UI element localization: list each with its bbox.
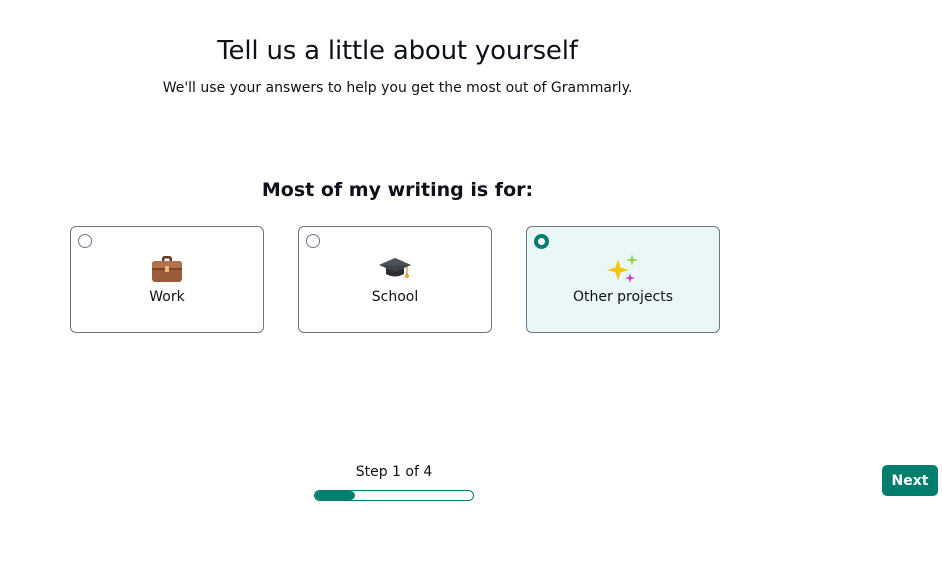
sparkles-icon [527,251,719,287]
option-label-work: Work [149,289,185,305]
option-other-projects[interactable]: Other projects [526,226,720,333]
option-label-school: School [371,289,419,305]
progress-bar-fill [315,491,355,500]
radio-work[interactable] [78,234,92,248]
briefcase-icon [71,251,263,287]
option-label-other-projects: Other projects [572,289,674,305]
option-school[interactable]: School [298,226,492,333]
radio-other-projects[interactable] [534,234,549,249]
page-subtitle: We'll use your answers to help you get t… [162,80,633,96]
step-indicator: Step 1 of 4 [355,464,433,480]
graduation-cap-icon [299,251,491,287]
option-work[interactable]: Work [70,226,264,333]
next-button[interactable]: Next [882,465,938,496]
radio-school[interactable] [306,234,320,248]
question-label: Most of my writing is for: [261,179,534,201]
progress-bar [314,490,474,501]
page-title: Tell us a little about yourself [217,36,578,66]
